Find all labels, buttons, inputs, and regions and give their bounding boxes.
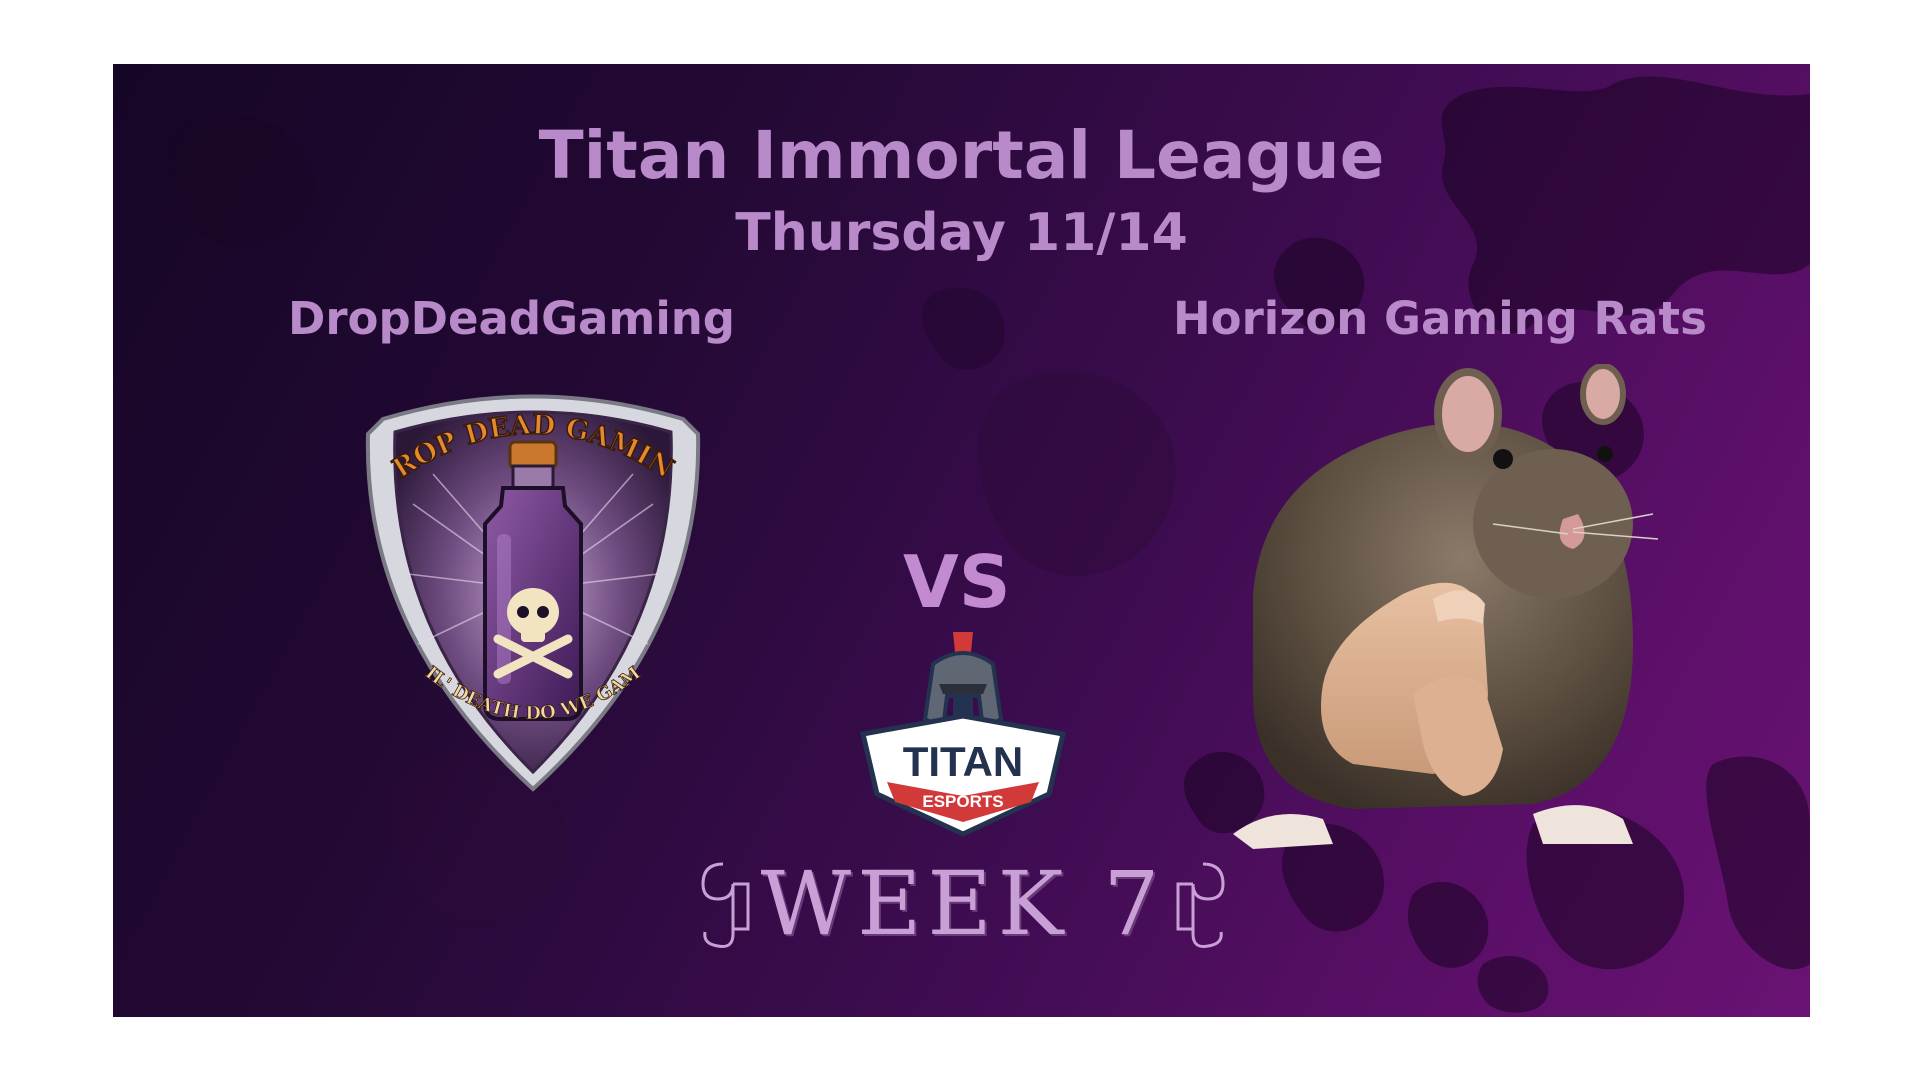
league-title: Titan Immortal League — [538, 117, 1385, 194]
matchup-graphic: Titan Immortal League Thursday 11/14 Dro… — [113, 64, 1810, 1017]
match-date: Thursday 11/14 — [735, 203, 1188, 263]
drop-dead-gaming-logo: DROP DEAD GAMING TIL' DEATH DO WE GAME — [353, 374, 701, 792]
titan-logo-title: TITAN — [903, 738, 1024, 785]
home-team-name: DropDeadGaming — [288, 292, 735, 345]
versus-label: VS — [903, 540, 1011, 624]
titan-logo-subtitle: ESPORTS — [922, 792, 1003, 811]
scroll-right-icon — [1176, 862, 1225, 948]
rat-pointing-image — [1233, 364, 1659, 849]
away-team-name: Horizon Gaming Rats — [1173, 292, 1707, 345]
week-banner: WEEK 7 — [693, 854, 1233, 954]
titan-esports-logo: TITAN ESPORTS — [859, 632, 1067, 837]
week-label: WEEK 7 — [760, 852, 1166, 955]
